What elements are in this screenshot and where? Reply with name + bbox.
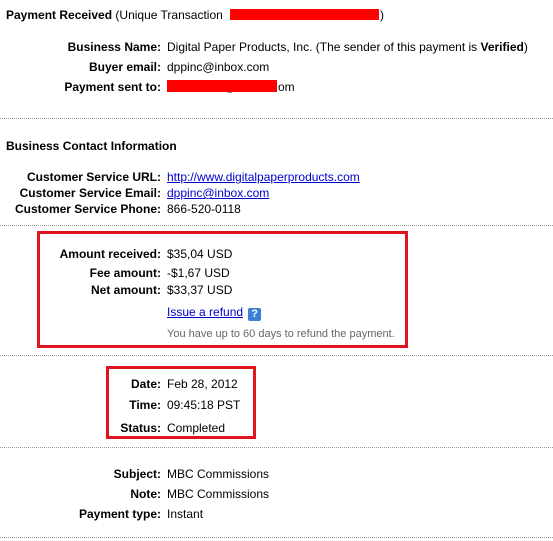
divider xyxy=(0,225,553,226)
buyer-email-label: Buyer email: xyxy=(88,60,161,74)
cs-url-label: Customer Service URL: xyxy=(26,170,161,184)
redacted-payment-recipient xyxy=(167,80,277,92)
cs-phone-value: 866-520-0118 xyxy=(167,202,241,216)
page-title: Payment Received xyxy=(6,8,113,22)
buyer-email-value: dppinc@inbox.com xyxy=(167,60,270,74)
redacted-transaction-id xyxy=(230,9,379,20)
page-header: Payment Received (Unique Transaction xyxy=(6,8,223,22)
business-name-value: Digital Paper Products, Inc. (The sender… xyxy=(167,40,528,54)
divider xyxy=(0,447,553,448)
transaction-id-label: (Unique Transaction xyxy=(115,8,223,22)
divider xyxy=(0,355,553,356)
payment-sent-fragment-end: om xyxy=(278,80,295,94)
verified-status: Verified xyxy=(480,40,524,54)
cs-phone-label: Customer Service Phone: xyxy=(14,202,161,216)
subject-label: Subject: xyxy=(113,467,161,481)
note-value: MBC Commissions xyxy=(167,487,270,501)
note-label: Note: xyxy=(130,487,161,501)
cs-email-label: Customer Service Email: xyxy=(19,186,161,200)
contact-section-title: Business Contact Information xyxy=(6,139,177,153)
timing-highlight-box xyxy=(106,366,256,439)
payment-sent-label: Payment sent to: xyxy=(64,80,161,94)
header-close-paren: ) xyxy=(380,8,384,22)
cs-url-link[interactable]: http://www.digitalpaperproducts.com xyxy=(167,170,360,184)
subject-value: MBC Commissions xyxy=(167,467,270,481)
cs-email-link[interactable]: dppinc@inbox.com xyxy=(167,186,269,200)
divider xyxy=(0,537,553,538)
business-name-label: Business Name: xyxy=(67,40,161,54)
amounts-highlight-box xyxy=(37,231,408,348)
payment-type-value: Instant xyxy=(167,507,204,521)
divider xyxy=(0,118,553,119)
payment-type-label: Payment type: xyxy=(78,507,161,521)
